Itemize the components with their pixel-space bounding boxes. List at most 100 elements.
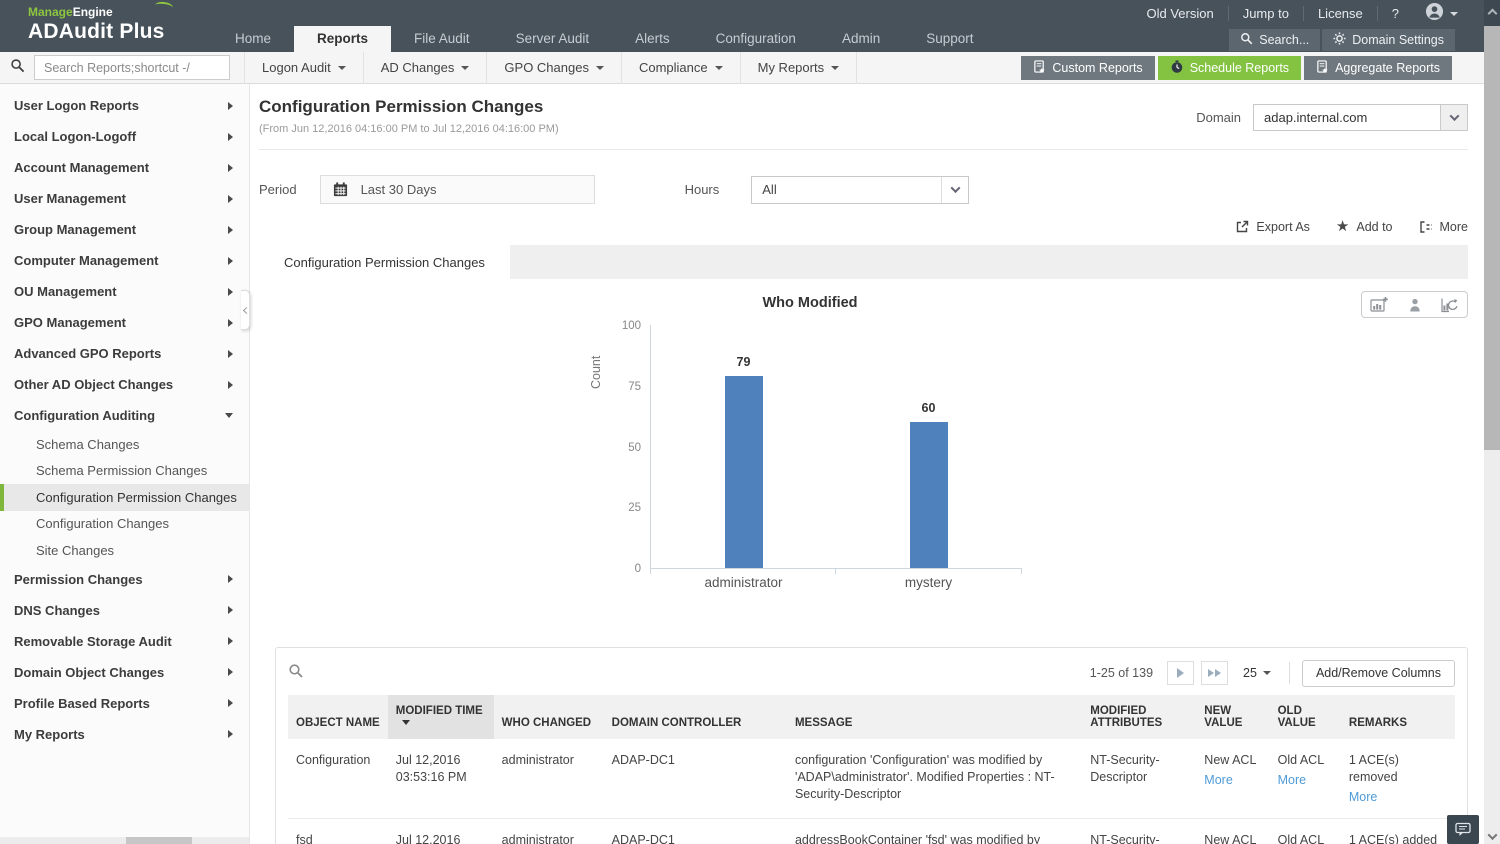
sidebar-item-dns-changes[interactable]: DNS Changes (0, 595, 249, 626)
sidebar-item-label: Configuration Auditing (14, 408, 155, 423)
menu-logon-audit[interactable]: Logon Audit (244, 52, 363, 84)
cell-domain-controller: ADAP-DC1 (604, 739, 787, 818)
more-button[interactable]: More (1419, 220, 1468, 234)
sidebar-item-ou-management[interactable]: OU Management (0, 276, 249, 307)
menu-label: AD Changes (381, 60, 455, 75)
more-link[interactable]: More (1349, 789, 1447, 806)
column-header-domain-controller[interactable]: Domain Controller (604, 695, 787, 739)
aggregate-reports-button[interactable]: Aggregate Reports (1304, 56, 1452, 80)
nav-tab-support[interactable]: Support (903, 26, 996, 52)
sidebar-item-schema-changes[interactable]: Schema Changes (0, 431, 249, 458)
nav-tab-file-audit[interactable]: File Audit (391, 26, 493, 52)
tab-configuration-permission-changes[interactable]: Configuration Permission Changes (259, 245, 510, 279)
chevron-right-icon (228, 350, 233, 358)
report-search-input[interactable] (34, 55, 230, 80)
y-tick-label: 25 (611, 502, 641, 514)
sidebar-item-label: Domain Object Changes (14, 665, 164, 680)
sidebar-item-domain-object-changes[interactable]: Domain Object Changes (0, 657, 249, 688)
sidebar-item-user-management[interactable]: User Management (0, 183, 249, 214)
menu-compliance[interactable]: Compliance (621, 52, 740, 84)
cell-object-name: Configuration (288, 739, 388, 818)
sidebar-horizontal-scrollbar[interactable] (0, 837, 249, 844)
sidebar-item-advanced-gpo-reports[interactable]: Advanced GPO Reports (0, 338, 249, 369)
table-search-icon[interactable] (288, 663, 304, 684)
cell-old-value: Old ACLMore (1270, 818, 1341, 844)
utility-jump-to[interactable]: Jump to (1229, 6, 1304, 21)
nav-tab-admin[interactable]: Admin (819, 26, 903, 52)
utility-license[interactable]: License (1304, 6, 1378, 21)
nav-tab-reports[interactable]: Reports (294, 26, 391, 52)
sidebar-item-schema-permission-changes[interactable]: Schema Permission Changes (0, 458, 249, 485)
add-to-button[interactable]: ★ Add to (1336, 219, 1393, 234)
hours-select[interactable]: All (751, 176, 969, 204)
sidebar-item-removable-storage-audit[interactable]: Removable Storage Audit (0, 626, 249, 657)
feedback-button[interactable] (1447, 815, 1479, 844)
menu-my-reports[interactable]: My Reports (740, 52, 857, 84)
column-header-modified-time[interactable]: Modified Time (388, 695, 494, 739)
add-remove-columns-button[interactable]: Add/Remove Columns (1302, 660, 1455, 687)
column-header-remarks[interactable]: Remarks (1341, 695, 1455, 739)
divider (259, 149, 1468, 150)
top-navbar: ManageEngine ADAudit Plus HomeReportsFil… (0, 0, 1500, 52)
sidebar-item-group-management[interactable]: Group Management (0, 214, 249, 245)
sidebar-item-site-changes[interactable]: Site Changes (0, 537, 249, 564)
sidebar-item-account-management[interactable]: Account Management (0, 152, 249, 183)
utility-old-version[interactable]: Old Version (1133, 6, 1229, 21)
page-size-select[interactable]: 25 (1243, 666, 1271, 680)
column-header-message[interactable]: Message (787, 695, 1082, 739)
column-header-old-value[interactable]: Old Value (1270, 695, 1341, 739)
cell-domain-controller: ADAP-DC1 (604, 818, 787, 844)
chevron-right-icon (228, 606, 233, 614)
add-chart-icon[interactable] (1362, 292, 1397, 317)
chevron-down-icon (715, 66, 723, 70)
nav-tab-home[interactable]: Home (212, 26, 294, 52)
vertical-scrollbar[interactable] (1484, 0, 1500, 844)
sidebar-item-configuration-permission-changes[interactable]: Configuration Permission Changes (0, 484, 249, 511)
user-menu[interactable] (1413, 2, 1462, 26)
scroll-up-button[interactable] (1484, 0, 1500, 26)
refresh-chart-icon[interactable] (1432, 292, 1467, 317)
domain-select[interactable]: adap.internal.com (1253, 104, 1468, 131)
cell-modified-attributes: NT-Security-Descriptor (1082, 818, 1196, 844)
nav-tab-configuration[interactable]: Configuration (693, 26, 819, 52)
menu-ad-changes[interactable]: AD Changes (363, 52, 487, 84)
bar-mystery[interactable] (910, 422, 948, 568)
sidebar-item-profile-based-reports[interactable]: Profile Based Reports (0, 688, 249, 719)
sidebar-item-permission-changes[interactable]: Permission Changes (0, 564, 249, 595)
column-header-who-changed[interactable]: Who Changed (494, 695, 604, 739)
nav-tab-alerts[interactable]: Alerts (612, 26, 693, 52)
column-header-new-value[interactable]: New Value (1196, 695, 1269, 739)
sidebar-item-computer-management[interactable]: Computer Management (0, 245, 249, 276)
next-page-button[interactable] (1167, 661, 1194, 685)
schedule-reports-button[interactable]: Schedule Reports (1158, 56, 1301, 80)
sidebar-item-other-ad-object-changes[interactable]: Other AD Object Changes (0, 369, 249, 400)
menu-gpo-changes[interactable]: GPO Changes (486, 52, 621, 84)
last-page-button[interactable] (1201, 661, 1228, 685)
domain-settings-button[interactable]: Domain Settings (1322, 29, 1455, 51)
column-header-modified-attributes[interactable]: Modified Attributes (1082, 695, 1196, 739)
scrollbar-thumb[interactable] (126, 837, 192, 844)
chevron-right-icon (228, 257, 233, 265)
sidebar-item-gpo-management[interactable]: GPO Management (0, 307, 249, 338)
scroll-down-button[interactable] (1484, 833, 1500, 840)
scrollbar-thumb[interactable] (1484, 26, 1500, 450)
global-search-button[interactable]: Search... (1229, 29, 1320, 51)
sidebar-item-configuration-auditing[interactable]: Configuration Auditing (0, 400, 249, 431)
more-label: More (1440, 220, 1468, 234)
user-view-icon[interactable] (1397, 292, 1432, 317)
sidebar-item-user-logon-reports[interactable]: User Logon Reports (0, 90, 249, 121)
sidebar-item-configuration-changes[interactable]: Configuration Changes (0, 511, 249, 538)
more-link[interactable]: More (1278, 772, 1333, 789)
menu-label: GPO Changes (504, 60, 589, 75)
sidebar-item-my-reports[interactable]: My Reports (0, 719, 249, 750)
utility-[interactable]: ? (1378, 6, 1413, 21)
sidebar-collapse-handle[interactable] (241, 290, 250, 330)
export-as-button[interactable]: Export As (1235, 220, 1310, 234)
more-link[interactable]: More (1204, 772, 1261, 789)
bar-administrator[interactable] (725, 376, 763, 568)
sidebar-item-local-logon-logoff[interactable]: Local Logon-Logoff (0, 121, 249, 152)
nav-tab-server-audit[interactable]: Server Audit (493, 26, 613, 52)
custom-reports-button[interactable]: Custom Reports (1021, 56, 1154, 80)
column-header-object-name[interactable]: Object Name (288, 695, 388, 739)
period-picker[interactable]: Last 30 Days (320, 175, 595, 204)
